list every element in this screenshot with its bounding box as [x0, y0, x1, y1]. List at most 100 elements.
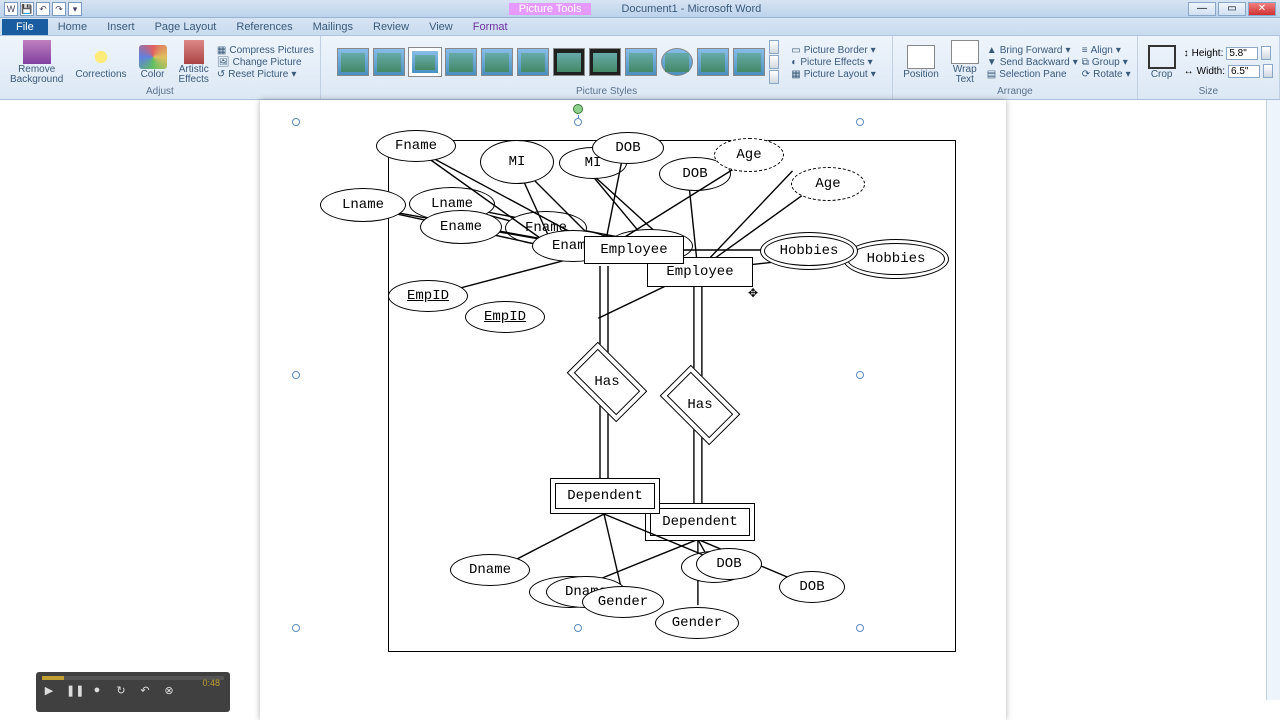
titlebar: W 💾 ↶ ↷ ▾ Picture Tools Document1 - Micr…: [0, 0, 1280, 18]
handle-nw[interactable]: [292, 118, 300, 126]
style-thumb-4[interactable]: [445, 48, 477, 76]
border-icon: ▭: [791, 45, 800, 56]
style-thumb-3[interactable]: [409, 48, 441, 76]
group-label-adjust: Adjust: [146, 86, 174, 97]
align-button[interactable]: ≡Align ▾: [1082, 45, 1131, 56]
position-button[interactable]: Position: [899, 44, 943, 81]
reset-dropdown-icon[interactable]: ▾: [291, 69, 296, 80]
picture-border-button[interactable]: ▭Picture Border ▾: [791, 45, 875, 56]
wrap-text-button[interactable]: Wrap Text: [947, 39, 983, 86]
remove-background-button[interactable]: Remove Background: [6, 39, 67, 86]
minimize-button[interactable]: —: [1188, 2, 1216, 16]
height-input[interactable]: [1226, 47, 1258, 60]
style-thumb-11[interactable]: [697, 48, 729, 76]
vertical-scrollbar[interactable]: [1266, 100, 1280, 700]
crop-button[interactable]: Crop: [1144, 44, 1180, 81]
redo-icon[interactable]: ↷: [52, 2, 66, 16]
send-backward-button[interactable]: ▼Send Backward ▾: [987, 57, 1078, 68]
color-button[interactable]: Color: [135, 44, 171, 81]
pause-button[interactable]: ❚❚: [66, 684, 80, 698]
corrections-button[interactable]: Corrections: [71, 44, 130, 81]
height-spinner[interactable]: [1261, 46, 1271, 60]
handle-s[interactable]: [574, 624, 582, 632]
playback-track[interactable]: [42, 676, 224, 680]
stop-button[interactable]: ⊗: [162, 684, 176, 698]
tab-mailings[interactable]: Mailings: [303, 19, 363, 35]
picture-effects-button[interactable]: ◐Picture Effects ▾: [791, 57, 875, 68]
quick-access-toolbar: W 💾 ↶ ↷ ▾: [4, 2, 82, 16]
group-label-arrange: Arrange: [997, 86, 1033, 97]
group-picture-styles: ▭Picture Border ▾ ◐Picture Effects ▾ ▦Pi…: [321, 36, 893, 99]
styles-scroll-up[interactable]: [769, 40, 779, 54]
group-adjust: Remove Background Corrections Color Arti…: [0, 36, 321, 99]
tab-page-layout[interactable]: Page Layout: [145, 19, 227, 35]
style-thumb-10[interactable]: [661, 48, 693, 76]
color-icon: [139, 45, 167, 69]
style-thumb-2[interactable]: [373, 48, 405, 76]
rotate-icon: ⟳: [1082, 69, 1090, 80]
word-icon[interactable]: W: [4, 2, 18, 16]
tab-view[interactable]: View: [419, 19, 463, 35]
picture-selection[interactable]: [296, 122, 860, 628]
change-icon: 🖼: [217, 57, 230, 68]
style-thumb-9[interactable]: [625, 48, 657, 76]
style-thumb-12[interactable]: [733, 48, 765, 76]
undo-icon[interactable]: ↶: [36, 2, 50, 16]
width-input[interactable]: [1228, 65, 1260, 78]
reset-picture-button[interactable]: ↺Reset Picture ▾: [217, 69, 314, 80]
style-thumb-8[interactable]: [589, 48, 621, 76]
ribbon-tabs: File Home Insert Page Layout References …: [0, 18, 1280, 36]
bring-forward-button[interactable]: ▲Bring Forward ▾: [987, 45, 1078, 56]
tab-format[interactable]: Format: [463, 19, 518, 35]
bring-fwd-icon: ▲: [987, 45, 997, 56]
document-area: MI DOB Age Lname Fname Ename Hobbies Emp…: [0, 100, 1266, 700]
tab-home[interactable]: Home: [48, 19, 97, 35]
tab-references[interactable]: References: [226, 19, 302, 35]
loop-button[interactable]: ↻: [114, 684, 128, 698]
width-label: Width:: [1197, 66, 1225, 77]
height-label: Height:: [1192, 48, 1224, 59]
position-icon: [907, 45, 935, 69]
tab-insert[interactable]: Insert: [97, 19, 145, 35]
ribbon: Remove Background Corrections Color Arti…: [0, 36, 1280, 100]
rotate-handle[interactable]: [573, 104, 583, 114]
artistic-effects-button[interactable]: Artistic Effects: [175, 39, 213, 86]
close-button[interactable]: ✕: [1248, 2, 1276, 16]
crop-icon: [1148, 45, 1176, 69]
selection-pane-button[interactable]: ▤Selection Pane: [987, 69, 1078, 80]
width-spinner[interactable]: [1263, 64, 1273, 78]
qat-more-icon[interactable]: ▾: [68, 2, 82, 16]
send-back-icon: ▼: [987, 57, 997, 68]
move-cursor-icon: ✥: [748, 286, 758, 300]
remove-bg-icon: [23, 40, 51, 64]
handle-ne[interactable]: [856, 118, 864, 126]
handle-sw[interactable]: [292, 624, 300, 632]
handle-w[interactable]: [292, 371, 300, 379]
styles-more-button[interactable]: [769, 70, 779, 84]
page[interactable]: MI DOB Age Lname Fname Ename Hobbies Emp…: [260, 100, 1006, 720]
document-title: Document1 - Microsoft Word: [621, 3, 761, 15]
reset-icon: ↺: [217, 69, 225, 80]
play-button[interactable]: ▶: [42, 684, 56, 698]
handle-n[interactable]: [574, 118, 582, 126]
save-icon[interactable]: 💾: [20, 2, 34, 16]
handle-e[interactable]: [856, 371, 864, 379]
handle-se[interactable]: [856, 624, 864, 632]
style-thumb-5[interactable]: [481, 48, 513, 76]
tab-review[interactable]: Review: [363, 19, 419, 35]
group-button[interactable]: ⧉Group ▾: [1082, 57, 1131, 68]
style-thumb-6[interactable]: [517, 48, 549, 76]
styles-scroll-down[interactable]: [769, 55, 779, 69]
rewind-button[interactable]: ↶: [138, 684, 152, 698]
mic-button[interactable]: ●: [90, 684, 104, 698]
compress-pictures-button[interactable]: ▦Compress Pictures: [217, 45, 314, 56]
picture-layout-button[interactable]: ▦Picture Layout ▾: [791, 69, 875, 80]
wrap-icon: [951, 40, 979, 64]
maximize-button[interactable]: ▭: [1218, 2, 1246, 16]
rotate-button[interactable]: ⟳Rotate ▾: [1082, 69, 1131, 80]
tab-file[interactable]: File: [2, 19, 48, 35]
style-thumb-7[interactable]: [553, 48, 585, 76]
change-picture-button[interactable]: 🖼Change Picture: [217, 57, 314, 68]
style-thumb-1[interactable]: [337, 48, 369, 76]
height-icon: ↕: [1184, 48, 1189, 59]
